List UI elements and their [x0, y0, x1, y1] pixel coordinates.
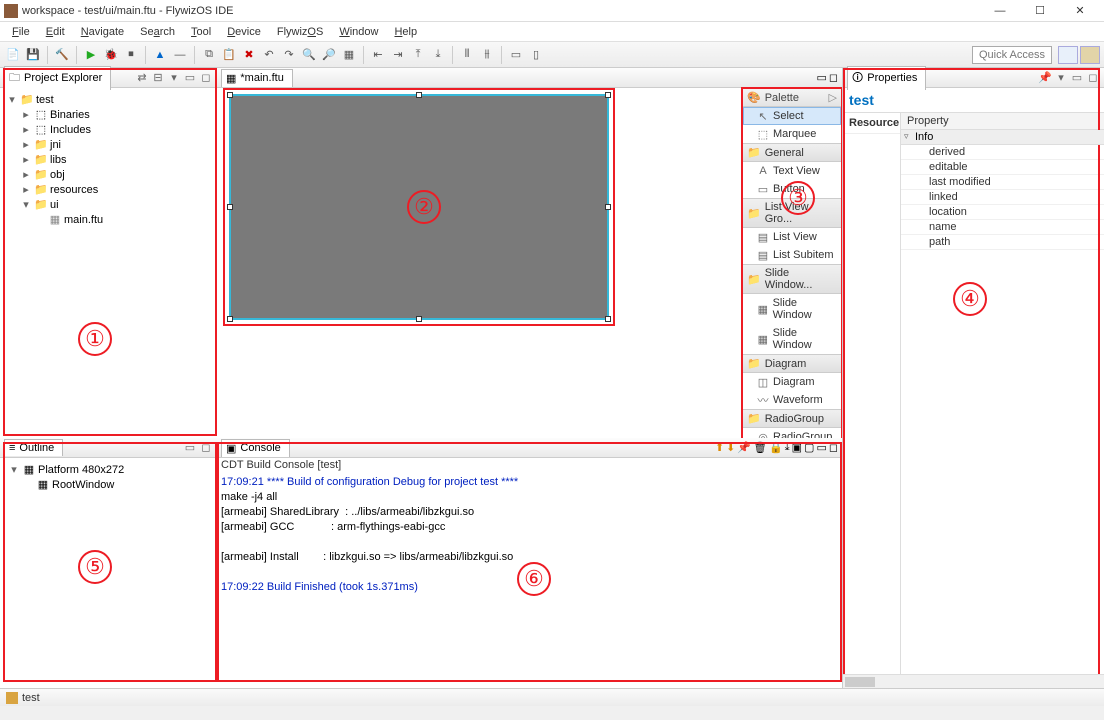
palette-panel: ③ 🎨Palette▷ ↖Select ⬚Marquee 📁General AT…	[742, 88, 842, 465]
align-top-icon[interactable]: ⤒	[409, 46, 427, 64]
properties-group-info[interactable]: Info	[901, 130, 1104, 145]
same-width-icon[interactable]: ▭	[507, 46, 525, 64]
annotation-5: ⑤	[78, 550, 112, 584]
same-height-icon[interactable]: ▯	[527, 46, 545, 64]
annotation-2: ②	[407, 190, 441, 224]
title-bar: workspace - test/ui/main.ftu - FlywizOS …	[0, 0, 1104, 22]
editor-maximize-icon[interactable]: ◻	[829, 71, 838, 84]
distribute-h-icon[interactable]: ⫴	[458, 46, 476, 64]
annotation-6: ⑥	[517, 562, 551, 596]
status-bar: test	[0, 688, 1104, 706]
perspective-switch[interactable]	[1058, 46, 1078, 64]
properties-hscroll[interactable]	[843, 674, 1104, 688]
app-icon	[4, 4, 18, 18]
window-title: workspace - test/ui/main.ftu - FlywizOS …	[22, 5, 980, 17]
menu-search[interactable]: Search	[132, 24, 183, 40]
grid-icon[interactable]: ▦	[340, 46, 358, 64]
copy-icon[interactable]: ⧉	[200, 46, 218, 64]
dash-icon[interactable]: —	[171, 46, 189, 64]
triangle-icon[interactable]: ▲	[151, 46, 169, 64]
close-button[interactable]: ✕	[1060, 1, 1100, 21]
annotation-3: ③	[781, 181, 815, 215]
zoom-in-icon[interactable]: 🔎	[320, 46, 338, 64]
menu-flywizos[interactable]: FlywizOS	[269, 24, 331, 40]
menu-tool[interactable]: Tool	[183, 24, 219, 40]
minimize-button[interactable]: —	[980, 1, 1020, 21]
zoom-out-icon[interactable]: 🔍	[300, 46, 318, 64]
menu-bar: File Edit Navigate Search Tool Device Fl…	[0, 22, 1104, 42]
menu-help[interactable]: Help	[386, 24, 425, 40]
console-panel: ⑥ ▣ Console ⬆ ⬇ 📌 🗑 🔒 ⤓ ▣ ▢ ▭ ◻ CDT Buil…	[217, 438, 842, 688]
status-project-icon	[6, 692, 18, 704]
run-icon[interactable]: ▶	[82, 46, 100, 64]
menu-navigate[interactable]: Navigate	[73, 24, 132, 40]
hammer-icon[interactable]: 🔨	[53, 46, 71, 64]
maximize-button[interactable]: ☐	[1020, 1, 1060, 21]
toolbar: 📄 💾 🔨 ▶ 🐞 ⏹ ▲ — ⧉ 📋 ✖ ↶ ↷ 🔍 🔎 ▦ ⇤ ⇥ ⤒ ⤓ …	[0, 42, 1104, 68]
new-icon[interactable]: 📄	[4, 46, 22, 64]
outline-panel: ⑤ ≡ Outline ▭ ◻ ▾▦Platform 480x272 ▦Root…	[0, 438, 217, 688]
distribute-v-icon[interactable]: ⫵	[478, 46, 496, 64]
undo-icon[interactable]: ↶	[260, 46, 278, 64]
ftu-file-icon: ▦	[226, 72, 236, 85]
debug-icon[interactable]: 🐞	[102, 46, 120, 64]
save-icon[interactable]: 💾	[24, 46, 42, 64]
menu-edit[interactable]: Edit	[38, 24, 73, 40]
status-text: test	[22, 692, 40, 704]
menu-file[interactable]: File	[4, 24, 38, 40]
align-left-icon[interactable]: ⇤	[369, 46, 387, 64]
properties-panel: ④ 🛈 Properties 📌 ▾ ▭ ◻ test Resource Pro…	[842, 68, 1104, 688]
quick-access[interactable]: Quick Access	[972, 46, 1052, 64]
align-bottom-icon[interactable]: ⤓	[429, 46, 447, 64]
align-right-icon[interactable]: ⇥	[389, 46, 407, 64]
paste-icon[interactable]: 📋	[220, 46, 238, 64]
annotation-1: ①	[78, 322, 112, 356]
menu-device[interactable]: Device	[219, 24, 269, 40]
annotation-4: ④	[953, 282, 987, 316]
redo-icon[interactable]: ↷	[280, 46, 298, 64]
delete-icon[interactable]: ✖	[240, 46, 258, 64]
editor-minimize-icon[interactable]: ▭	[816, 71, 826, 84]
stop-icon[interactable]: ⏹	[122, 46, 140, 64]
perspective-c[interactable]	[1080, 46, 1100, 64]
editor-panel: ▦ *main.ftu ▭ ◻ ②	[217, 68, 842, 438]
editor-tab-main[interactable]: ▦ *main.ftu	[221, 69, 293, 87]
menu-window[interactable]: Window	[331, 24, 386, 40]
project-explorer-panel: ① 🗀 Project Explorer ⇄ ⊟ ▾ ▭ ◻ ▾📁test ▸⬚…	[0, 68, 217, 438]
